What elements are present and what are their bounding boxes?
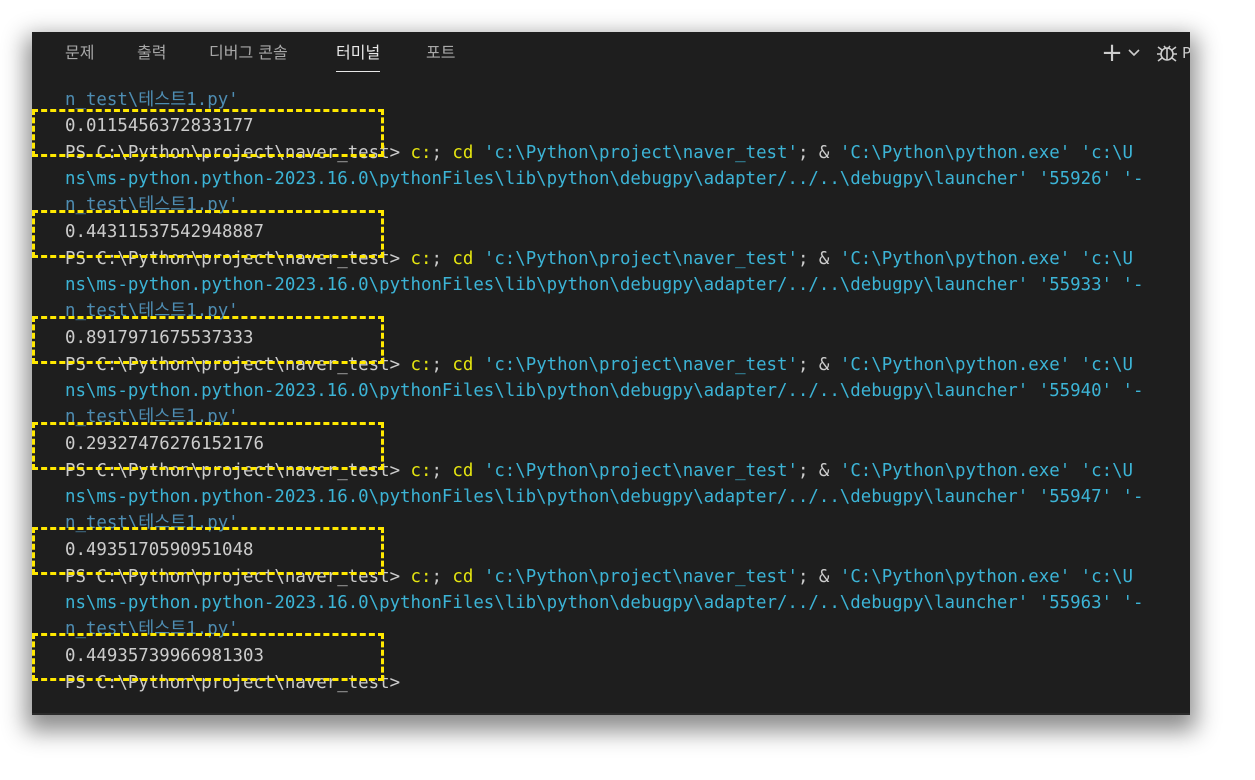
file-fragment: n_test\테스트1.py': [65, 90, 239, 110]
command-line: PS C:\Python\project\naver_test> c:; cd …: [65, 461, 1134, 481]
output-value: 0.44935739966981303: [65, 646, 264, 666]
launcher-line: ns\ms-python.python-2023.16.0\pythonFile…: [65, 381, 1144, 401]
plus-icon[interactable]: +: [1100, 38, 1124, 68]
file-fragment: n_test\테스트1.py': [65, 619, 239, 639]
command-line: PS C:\Python\project\naver_test> c:; cd …: [65, 355, 1134, 375]
tab-output[interactable]: 출력: [137, 42, 166, 68]
overflow-label: P: [1182, 44, 1190, 62]
final-prompt: PS C:\Python\project\naver_test>: [65, 673, 411, 693]
file-fragment: n_test\테스트1.py': [65, 301, 239, 321]
output-value: 0.29327476276152176: [65, 434, 264, 454]
command-line: PS C:\Python\project\naver_test> c:; cd …: [65, 567, 1134, 587]
command-line: PS C:\Python\project\naver_test> c:; cd …: [65, 249, 1134, 269]
file-fragment: n_test\테스트1.py': [65, 513, 239, 533]
panel-bottom-border: [32, 713, 1190, 715]
launcher-line: ns\ms-python.python-2023.16.0\pythonFile…: [65, 275, 1144, 295]
terminal-output[interactable]: n_test\테스트1.py' 0.0115456372833177 PS C:…: [65, 88, 1143, 715]
tab-ports[interactable]: 포트: [426, 42, 455, 68]
chevron-down-icon[interactable]: [1126, 38, 1142, 68]
tab-debug-console[interactable]: 디버그 콘솔: [209, 42, 288, 68]
launcher-line: ns\ms-python.python-2023.16.0\pythonFile…: [65, 169, 1144, 189]
launcher-line: ns\ms-python.python-2023.16.0\pythonFile…: [65, 487, 1144, 507]
panel-actions: + P: [1100, 38, 1190, 68]
launcher-line: ns\ms-python.python-2023.16.0\pythonFile…: [65, 593, 1144, 613]
file-fragment: n_test\테스트1.py': [65, 195, 239, 215]
tab-terminal[interactable]: 터미널: [336, 42, 381, 72]
tab-problems[interactable]: 문제: [65, 42, 94, 68]
output-value: 0.44311537542948887: [65, 222, 264, 242]
output-value: 0.8917971675537333: [65, 328, 254, 348]
panel-tab-bar: 문제 출력 디버그 콘솔 터미널 포트 + P: [32, 32, 1190, 76]
command-line: PS C:\Python\project\naver_test> c:; cd …: [65, 143, 1134, 163]
output-value: 0.4935170590951048: [65, 540, 254, 560]
output-value: 0.0115456372833177: [65, 116, 254, 136]
bug-icon[interactable]: [1154, 38, 1180, 68]
terminal-panel: 문제 출력 디버그 콘솔 터미널 포트 + P n_test\테스트1.py' …: [32, 32, 1190, 715]
file-fragment: n_test\테스트1.py': [65, 407, 239, 427]
